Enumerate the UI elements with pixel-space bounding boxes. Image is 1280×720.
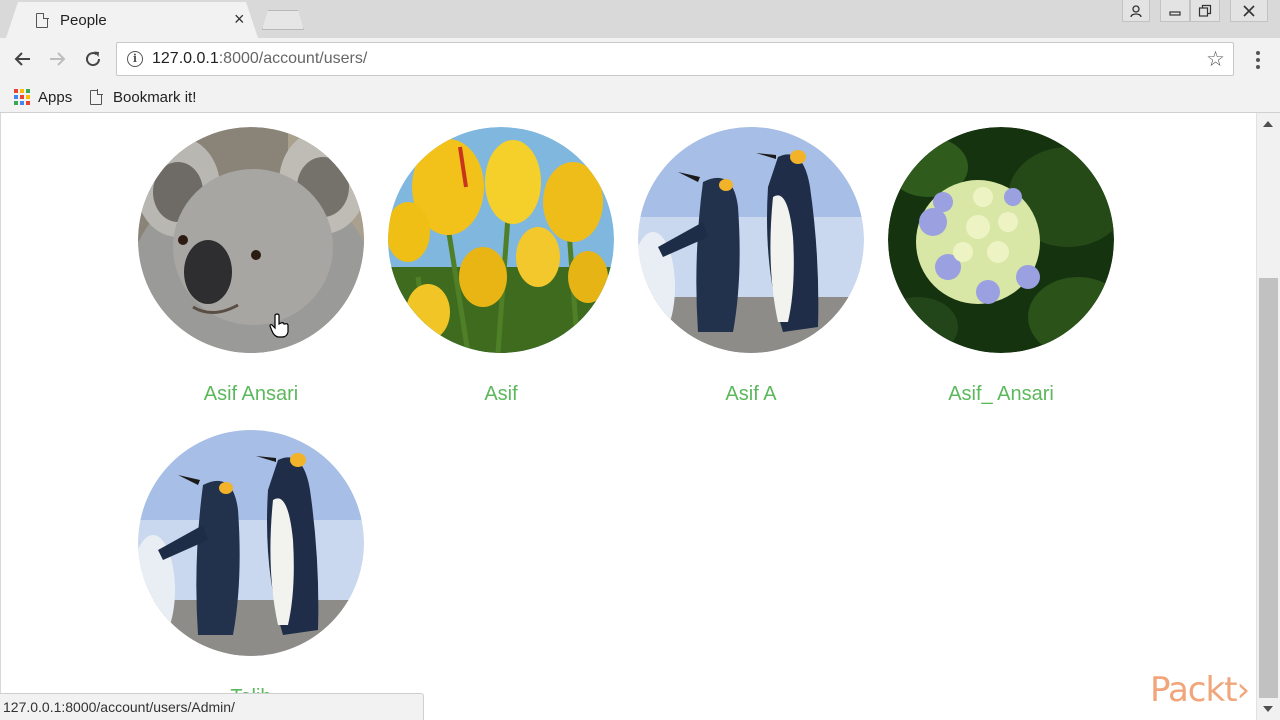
person-name[interactable]: Asif A	[638, 383, 864, 406]
page-icon	[36, 12, 49, 28]
forward-arrow-icon[interactable]	[44, 46, 70, 72]
vertical-scrollbar[interactable]	[1256, 113, 1280, 720]
browser-menu-icon[interactable]	[1250, 47, 1266, 73]
scroll-down-arrow-icon[interactable]	[1263, 706, 1273, 712]
tab-strip: People ×	[0, 0, 1280, 38]
browser-toolbar: i 127.0.0.1:8000/account/users/ ☆	[0, 38, 1280, 80]
person-card[interactable]: Asif A	[638, 127, 864, 406]
page-icon	[90, 89, 103, 105]
bookmarks-bar: Apps Bookmark it!	[0, 80, 1280, 112]
packt-watermark-logo: Packt›	[1150, 670, 1250, 710]
tab-people[interactable]: People ×	[6, 2, 258, 38]
new-tab-button[interactable]	[262, 10, 304, 30]
url-host: 127.0.0.1	[152, 50, 219, 67]
reload-icon[interactable]	[80, 46, 106, 72]
close-window-icon[interactable]	[1230, 0, 1268, 22]
back-arrow-icon[interactable]	[10, 46, 36, 72]
tab-title: People	[60, 12, 107, 29]
status-bar-url: 127.0.0.1:8000/account/users/Admin/	[0, 693, 424, 720]
restore-icon[interactable]	[1190, 0, 1220, 22]
tulips-avatar[interactable]	[388, 127, 614, 353]
person-name[interactable]: Asif	[388, 383, 614, 406]
browser-chrome: People × i 127.0.0.1:8000/account/users/	[0, 0, 1280, 113]
bookmark-bookmark-it[interactable]: Bookmark it!	[90, 85, 196, 109]
koala-avatar[interactable]	[138, 127, 364, 353]
address-bar[interactable]: i 127.0.0.1:8000/account/users/ ☆	[116, 42, 1234, 76]
person-card[interactable]: Talib	[138, 430, 364, 709]
user-profile-icon[interactable]	[1122, 0, 1150, 22]
tab-close-button[interactable]: ×	[234, 9, 245, 29]
person-name[interactable]: Asif Ansari	[138, 383, 364, 406]
page-content: Asif Ansari Asif Asif A Asif_ Ansari	[0, 113, 1256, 720]
minimize-icon[interactable]	[1160, 0, 1190, 22]
hydrangea-avatar[interactable]	[888, 127, 1114, 353]
address-url[interactable]: 127.0.0.1:8000/account/users/	[152, 50, 367, 68]
hand-cursor-icon	[269, 313, 289, 338]
apps-grid-icon	[14, 89, 30, 105]
bookmark-apps[interactable]: Apps	[14, 85, 72, 109]
bookmark-apps-label: Apps	[38, 88, 73, 106]
person-card[interactable]: Asif Ansari	[138, 127, 364, 406]
info-icon[interactable]: i	[127, 51, 143, 67]
penguins-avatar[interactable]	[138, 430, 364, 656]
scroll-up-arrow-icon[interactable]	[1263, 121, 1273, 127]
bookmark-star-icon[interactable]: ☆	[1206, 47, 1225, 72]
penguins-avatar[interactable]	[638, 127, 864, 353]
scrollbar-thumb[interactable]	[1259, 278, 1278, 698]
person-name[interactable]: Asif_ Ansari	[888, 383, 1114, 406]
person-card[interactable]: Asif_ Ansari	[888, 127, 1114, 406]
bookmark-it-label: Bookmark it!	[113, 88, 197, 106]
person-card[interactable]: Asif	[388, 127, 614, 406]
url-path: :8000/account/users/	[218, 50, 368, 67]
